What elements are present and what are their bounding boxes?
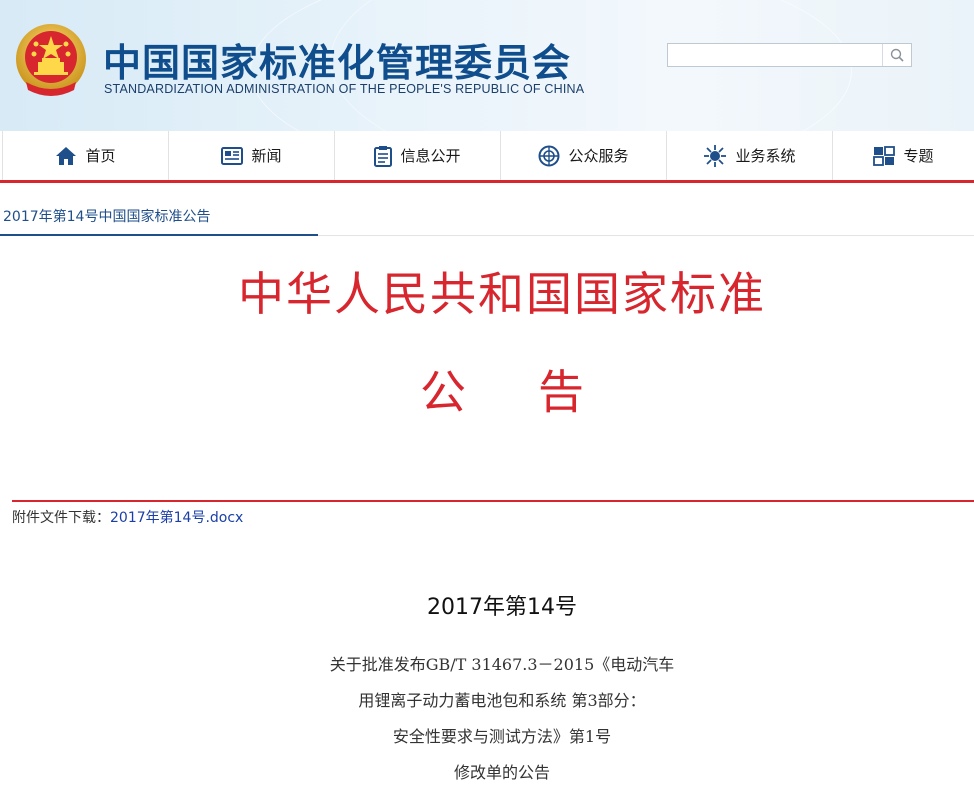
nav-item-business-system[interactable]: 业务系统 [667,131,833,180]
home-icon [56,146,77,165]
divider-line [12,500,974,502]
nav-item-label: 信息公开 [400,147,461,165]
site-header: 中国国家标准化管理委员会 STANDARDIZATION ADMINISTRAT… [0,0,974,131]
network-icon [704,144,727,167]
body-line: 用锂离子动力蓄电池包和系统 第3部分： [358,691,646,710]
globe-icon [538,145,560,166]
nav-item-label: 专题 [903,147,934,165]
nav-item-info-disclosure[interactable]: 信息公开 [335,131,501,180]
attachment-label: 附件文件下载： [12,510,110,526]
nav-item-topics[interactable]: 专题 [833,131,974,180]
body-line: 关于批准发布GB/T 31467.3－2015《电动汽车 [329,655,675,674]
announcement-heading: 中华人民共和国国家标准 [238,267,766,321]
nav-item-label: 首页 [85,147,116,165]
document-number: 2017年第14号 [427,595,577,620]
nav-item-news[interactable]: 新闻 [169,131,335,180]
search-input[interactable] [668,44,882,66]
nav-item-label: 公众服务 [568,147,629,165]
main-nav: 首页 新闻 信息公开 公众服务 业务系统 专题 [0,131,974,183]
clipboard-icon [374,145,393,167]
announcement-subheading: 公告 [0,356,974,422]
breadcrumb-title[interactable]: 2017年第14号中国国家标准公告 [3,206,210,226]
breadcrumb-underline [0,234,318,236]
attachment-row: 附件文件下载：2017年第14号.docx [12,507,243,527]
nav-item-home[interactable]: 首页 [2,131,169,180]
site-title-en: STANDARDIZATION ADMINISTRATION OF THE PE… [104,82,585,96]
topic-icon [873,145,896,166]
national-emblem-icon [16,24,86,96]
nav-item-label: 业务系统 [735,147,796,165]
breadcrumb: 2017年第14号中国国家标准公告 [0,198,974,236]
attachment-download-link[interactable]: 2017年第14号.docx [110,510,243,526]
newspaper-icon [221,146,244,165]
search-button[interactable] [882,44,911,66]
search-icon [890,48,904,62]
site-title-cn: 中国国家标准化管理委员会 [103,41,572,85]
nav-item-label: 新闻 [251,147,282,165]
subheading-char: 公 [420,365,466,419]
body-line: 安全性要求与测试方法》第1号 [392,727,612,746]
subheading-char: 告 [538,365,584,419]
nav-item-public-service[interactable]: 公众服务 [501,131,667,180]
body-line: 修改单的公告 [453,763,550,782]
search-box [667,43,912,67]
